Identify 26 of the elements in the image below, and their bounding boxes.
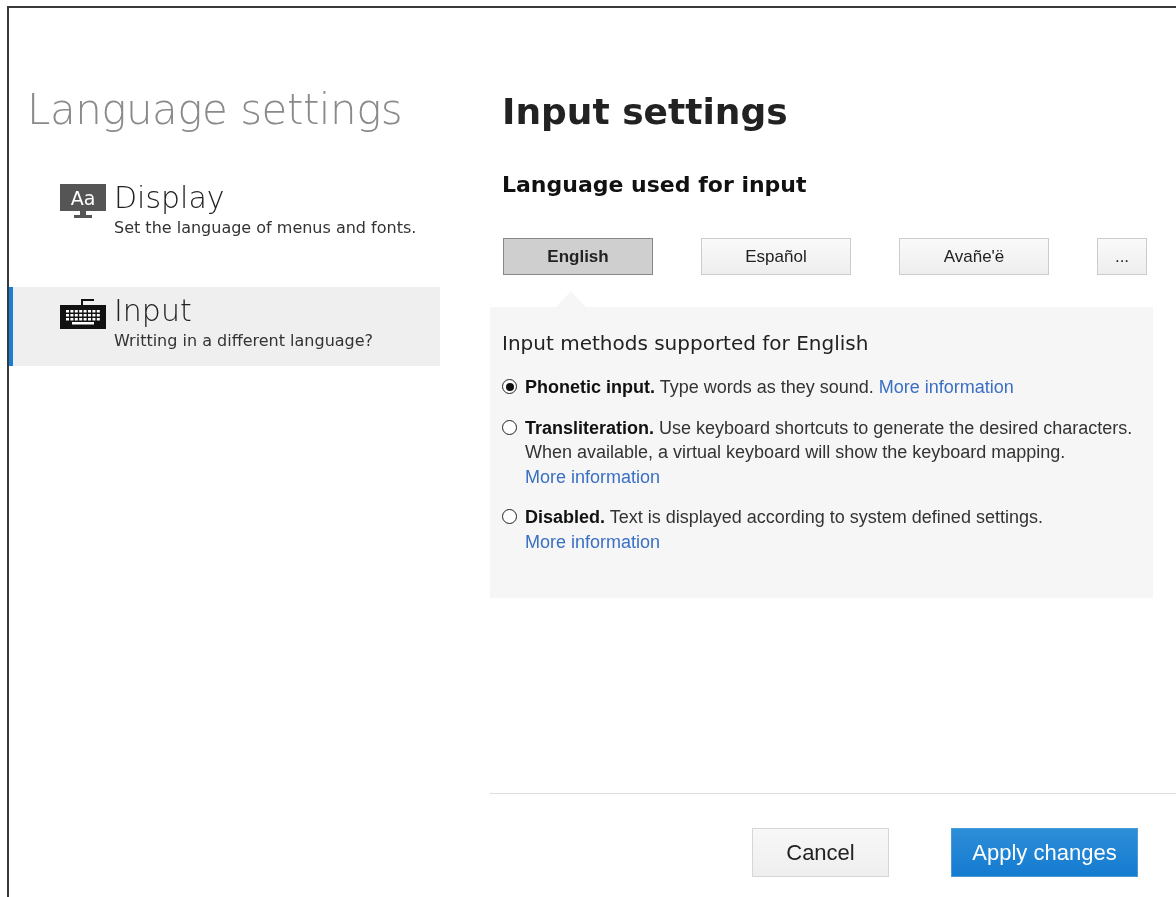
panel-title: Input methods supported for English <box>502 331 870 355</box>
option-description: Phonetic input. Type words as they sound. More information <box>525 376 1014 399</box>
section-title: Language used for input <box>502 171 808 199</box>
more-information-link[interactable]: More information <box>525 531 661 552</box>
nav-item-description: Set the language of menus and fonts. <box>114 218 417 237</box>
keyboard-icon <box>60 297 106 329</box>
more-information-link[interactable]: More information <box>878 377 1014 397</box>
sidebar-title: Language settings <box>26 84 404 136</box>
language-tab[interactable]: ... <box>1097 238 1147 275</box>
nav-item[interactable]: Input Writting in a different language? <box>9 287 440 366</box>
cancel-button[interactable]: Cancel <box>752 828 889 877</box>
nav-item-title: Input <box>114 293 193 329</box>
radio-button[interactable] <box>502 379 517 394</box>
option-description: Disabled. Text is displayed according to system defined settings. More information <box>525 506 1044 554</box>
more-information-link[interactable]: More information <box>525 466 661 487</box>
language-tab[interactable]: Español <box>701 238 851 275</box>
nav-item-title: Display <box>114 180 226 216</box>
apply-button[interactable]: Apply changes <box>951 828 1138 877</box>
radio-button[interactable] <box>502 509 517 524</box>
page-title: Input settings <box>502 90 789 134</box>
nav-item-description: Writting in a different language? <box>114 331 374 350</box>
language-tab[interactable]: English <box>503 238 653 275</box>
option-description: Transliteration. Use keyboard shortcuts to generate the desired characters. When available, a virtual keyboard will show the keyboard mapping. More information <box>525 416 1134 489</box>
radio-button[interactable] <box>502 419 517 435</box>
nav-item[interactable]: Aa Display Set the language of menus and fonts. <box>9 174 440 253</box>
language-tab[interactable]: Avañe'ë <box>899 238 1049 275</box>
